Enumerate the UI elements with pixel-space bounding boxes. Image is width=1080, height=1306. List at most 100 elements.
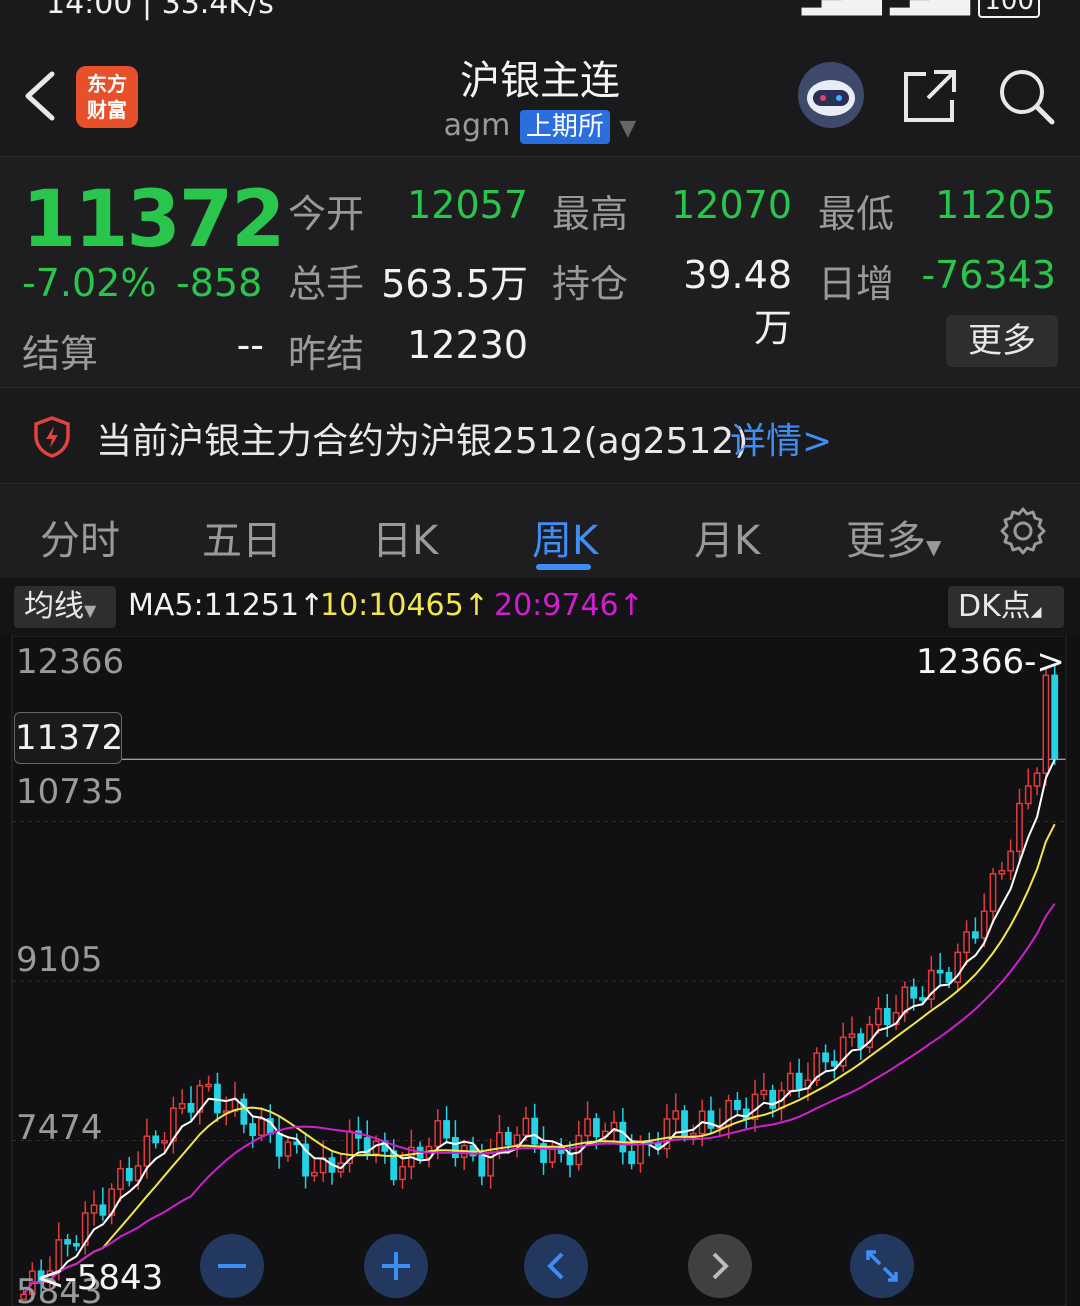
more-quote-button[interactable]: 更多 <box>946 315 1058 367</box>
ma5-line <box>22 759 1056 1296</box>
zoom-out-button[interactable] <box>200 1234 264 1298</box>
settle-label: 结算 <box>22 332 99 376</box>
candle-body <box>73 1243 80 1247</box>
candle-body <box>875 1007 882 1026</box>
candle-body <box>399 1165 406 1181</box>
volume-value: 563.5万 <box>381 262 528 306</box>
code-text: agm <box>443 108 511 143</box>
candle-body <box>451 1136 459 1159</box>
page-title: 沪银主连 <box>460 58 620 104</box>
quote-panel: 11372 -7.02% -858 结算 -- 今开 12057 最高 1207… <box>0 157 1080 387</box>
candle-body <box>963 931 970 954</box>
status-bar: 14:00 | 33.4K/s ▂▄▆█ ▂▄▆█ 100 <box>0 0 1080 24</box>
ma10-line <box>22 823 1056 1296</box>
tab-more[interactable]: 更多▼ <box>846 508 941 566</box>
candle-body <box>619 1121 627 1153</box>
gear-icon[interactable] <box>998 506 1048 556</box>
instrument-code[interactable]: agm 上期所 ▼ <box>340 108 740 144</box>
scroll-right-button[interactable] <box>688 1234 752 1298</box>
candle-body <box>134 1165 142 1182</box>
low-value: 11205 <box>935 183 1056 227</box>
period-tabs: 分时 五日 日K 周K 月K 更多▼ <box>0 484 1080 578</box>
dropdown-caret-icon: ▼ <box>926 535 942 559</box>
plus-icon <box>382 1252 410 1280</box>
candle-body <box>99 1204 107 1216</box>
dk-point-button[interactable]: DK点◢ <box>948 586 1064 628</box>
candle-body <box>1024 785 1032 805</box>
candle-body <box>258 1118 265 1136</box>
candle-body <box>64 1239 71 1245</box>
notice-details-link[interactable]: 详情> <box>730 412 832 464</box>
y-axis-label: 7474 <box>16 1108 103 1148</box>
candle-body <box>910 986 918 999</box>
period-low-tag: <-5843 <box>36 1258 164 1298</box>
share-icon[interactable] <box>900 66 960 126</box>
ma10-value: 10:10465↑ <box>320 588 489 623</box>
y-axis-label: 9105 <box>16 940 103 980</box>
chevron-down-icon: ▼ <box>619 116 637 141</box>
candle-body <box>628 1150 636 1165</box>
fullscreen-button[interactable] <box>850 1234 914 1298</box>
candle-body <box>117 1167 124 1190</box>
settle-value: -- <box>236 323 264 367</box>
candle-body <box>584 1118 591 1137</box>
candle-body <box>945 971 953 983</box>
chart-frame <box>11 636 1067 1306</box>
candle-body <box>434 1120 442 1148</box>
low-label: 最低 <box>818 192 895 236</box>
corner-caret-icon: ◢ <box>1030 604 1042 620</box>
tab-daily-k[interactable]: 日K <box>372 508 438 566</box>
candle-body <box>1042 674 1050 774</box>
prev-settle-label: 昨结 <box>288 332 365 376</box>
candle-body <box>883 1007 891 1026</box>
tab-weekly-k[interactable]: 周K <box>532 508 598 566</box>
tab-monthly-k[interactable]: 月K <box>694 508 760 566</box>
candle-body <box>795 1072 803 1090</box>
app-header: 东方 财富 沪银主连 agm 上期所 ▼ <box>0 24 1080 157</box>
ma-selector-button[interactable]: 均线▼ <box>14 586 116 628</box>
oi-change-value: -76343 <box>921 253 1056 297</box>
tab-intraday[interactable]: 分时 <box>40 508 120 566</box>
ma5-value: MA5:11251↑ <box>128 588 325 623</box>
chevron-left-icon <box>547 1252 564 1280</box>
candle-body <box>830 1060 838 1067</box>
candle-body <box>848 1033 856 1039</box>
candle-body <box>734 1099 741 1110</box>
candle-body <box>980 910 988 939</box>
main-contract-notice: 当前沪银主力合约为沪银2512(ag2512) 详情> <box>0 387 1080 484</box>
candle-body <box>593 1118 600 1138</box>
period-high-tag: 12366-> <box>916 642 1065 682</box>
zoom-in-button[interactable] <box>364 1234 428 1298</box>
robot-assistant-icon[interactable] <box>798 62 864 128</box>
chevron-right-icon <box>712 1252 729 1280</box>
candle-body <box>672 1110 680 1120</box>
kline-chart[interactable]: 12366 10735 9105 7474 5843 11372 12366->… <box>0 636 1080 1306</box>
candle-body <box>513 1134 521 1146</box>
search-icon[interactable] <box>996 66 1056 126</box>
candle-body <box>1016 802 1023 853</box>
signal-icon: ▂▄▆█ ▂▄▆█ <box>801 0 979 16</box>
candle-body <box>769 1089 777 1109</box>
tab-five-day[interactable]: 五日 <box>202 508 282 566</box>
change-percent: -7.02% <box>22 261 157 305</box>
candle-body <box>125 1167 133 1182</box>
current-price-tag: 11372 <box>14 712 123 764</box>
candle-body <box>751 1093 759 1120</box>
active-tab-indicator <box>536 564 591 570</box>
last-price: 11372 <box>22 175 285 265</box>
candle-body <box>504 1131 512 1146</box>
notice-text: 当前沪银主力合约为沪银2512(ag2512) <box>96 421 749 462</box>
candle-body <box>998 869 1006 875</box>
back-icon[interactable] <box>22 70 58 122</box>
candle-body <box>786 1072 794 1092</box>
candle-body <box>857 1033 865 1049</box>
candle-body <box>760 1089 768 1096</box>
app-logo: 东方 财富 <box>76 66 138 128</box>
oi-change-label: 日增 <box>818 262 895 306</box>
ma20-value: 20:9746↑ <box>494 588 644 623</box>
y-axis-label: 10735 <box>16 772 125 812</box>
candle-body <box>1033 772 1041 787</box>
scroll-left-button[interactable] <box>524 1234 588 1298</box>
candle-body <box>531 1117 539 1145</box>
exchange-badge: 上期所 <box>519 110 610 144</box>
